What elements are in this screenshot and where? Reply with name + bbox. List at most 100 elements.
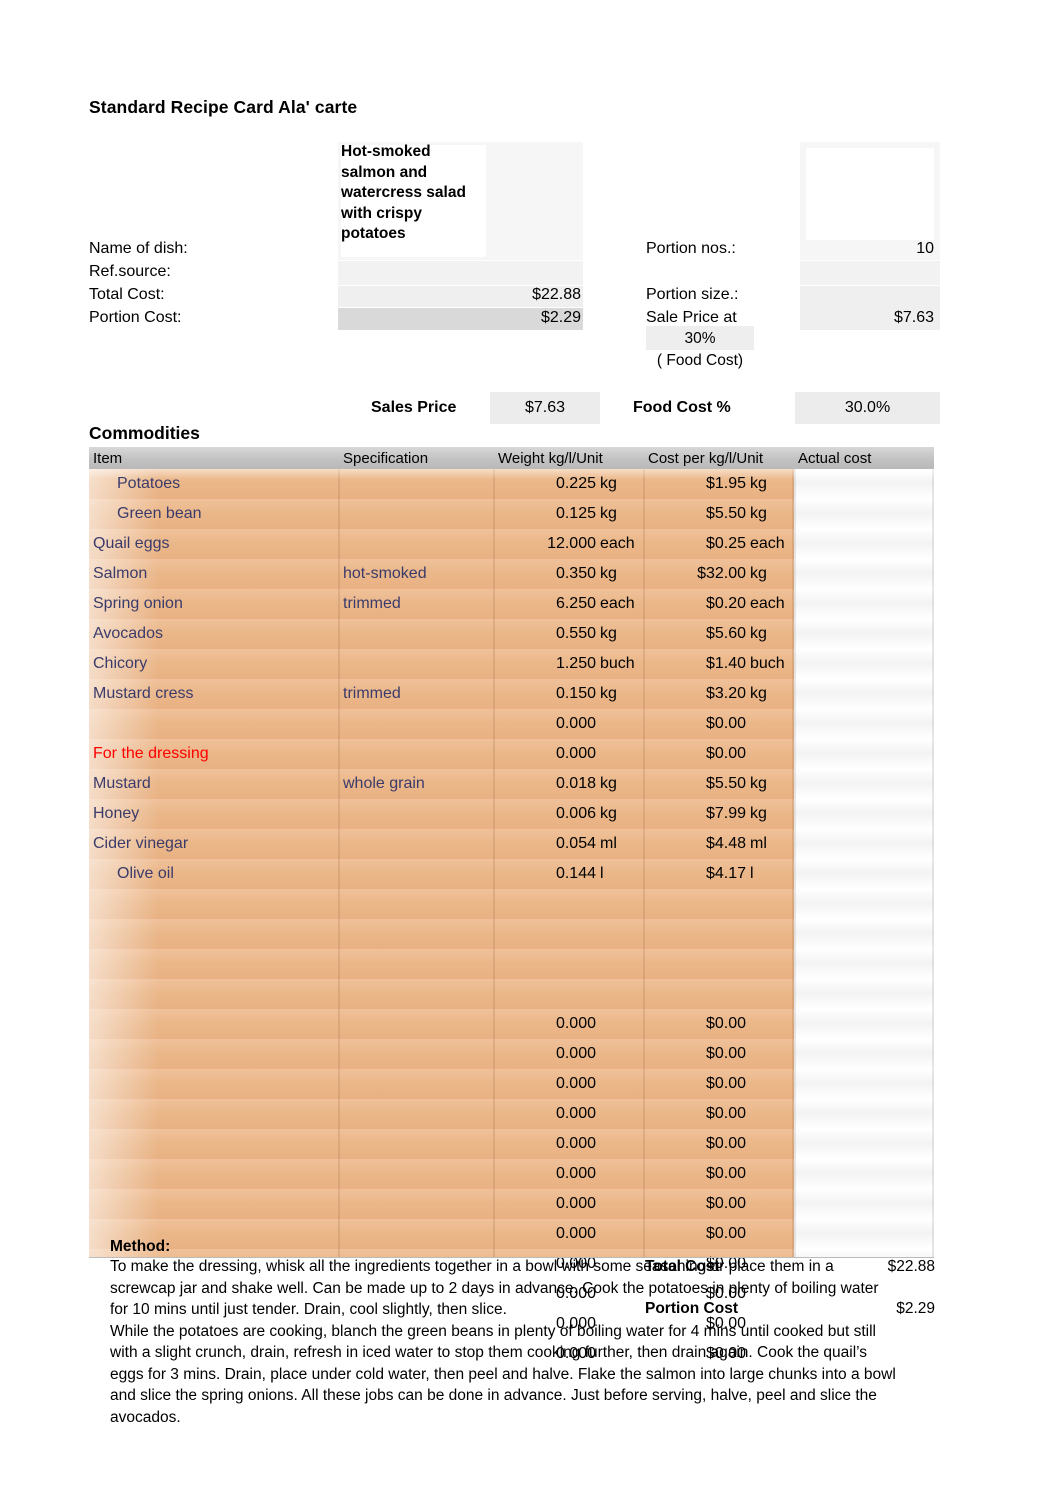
cell-cost-value: $3.20 — [705, 685, 746, 702]
sale-price-label: Sale Price at — [646, 309, 737, 326]
table-row[interactable]: 0.000 $0.00 — [89, 1159, 934, 1189]
portion-nos-label: Portion nos.: — [646, 240, 736, 257]
table-row[interactable]: Salmonhot-smoked0.350kg$32.00kg$11.20 — [89, 559, 934, 589]
cell-weight: 0.000 — [494, 1165, 644, 1183]
cell-cost-unit: each — [750, 535, 785, 552]
cell-weight: 0.000 — [494, 745, 644, 763]
cell-weight: 0.000 — [494, 1045, 644, 1063]
table-row[interactable]: 0.000 $0.00 — [89, 1039, 934, 1069]
table-row[interactable] — [89, 919, 934, 949]
cell-cost-per-unit: $0.00 — [644, 745, 794, 763]
column-header-specification: Specification — [343, 449, 429, 467]
cell-cost-value: $0.00 — [705, 1045, 746, 1062]
commodities-table-header: Item Specification Weight kg/l/Unit Cost… — [89, 447, 934, 469]
cell-weight-value: 0.000 — [555, 1075, 596, 1092]
cell-cost-value: $0.00 — [705, 1195, 746, 1212]
table-row[interactable]: Avocados0.550kg$5.60kg$3.08 — [89, 619, 934, 649]
cell-weight-unit: kg — [600, 505, 617, 522]
cell-specification: hot-smoked — [343, 565, 427, 582]
cell-weight-value: 0.000 — [555, 1105, 596, 1122]
cell-cost-unit: l — [750, 865, 754, 882]
sale-price-percent: 30% — [684, 330, 716, 347]
cell-cost-value: $1.95 — [705, 475, 746, 492]
cell-cost-value: $0.00 — [705, 1135, 746, 1152]
cell-cost-value: $0.00 — [705, 1165, 746, 1182]
cell-weight: 6.250 each — [494, 595, 644, 613]
commodities-rows-host: Potatoes0.225kg$1.95kg$0.44Green bean0.1… — [89, 469, 934, 1369]
cell-cost-per-unit: $4.17 l — [644, 865, 794, 883]
cell-weight: 0.000 — [494, 715, 644, 733]
table-row[interactable]: Mustardwhole grain0.018kg$5.50kg$0.10 — [89, 769, 934, 799]
table-row[interactable]: 0.000 $0.00 — [89, 1009, 934, 1039]
cell-cost-unit: kg — [750, 625, 767, 642]
cell-cost-value: $5.60 — [705, 625, 746, 642]
cell-cost-unit: kg — [750, 475, 767, 492]
cell-weight: 0.150 kg — [494, 685, 644, 703]
cell-cost-per-unit: $0.00 — [644, 1045, 794, 1063]
cell-weight-value: 1.250 — [555, 655, 596, 672]
cell-cost-value: $5.50 — [705, 775, 746, 792]
portion-size-label: Portion size.: — [646, 286, 739, 303]
cell-cost-per-unit: $0.00 — [644, 1105, 794, 1123]
table-row[interactable]: Green bean0.125kg$5.50kg$0.69 — [89, 499, 934, 529]
table-row[interactable]: Chicory1.250buch$1.40buch$1.75 — [89, 649, 934, 679]
cell-weight-unit: kg — [600, 565, 617, 582]
cell-cost-per-unit: $0.00 — [644, 1015, 794, 1033]
method-paragraph-1: To make the dressing, whisk all the ingr… — [110, 1258, 879, 1318]
cell-weight: 0.000 — [494, 1135, 644, 1153]
table-row[interactable]: Cider vinegar0.054ml$4.48ml$0.24 — [89, 829, 934, 859]
table-row[interactable]: Honey0.006kg$7.99kg$0.05 — [89, 799, 934, 829]
method-title: Method: — [110, 1238, 171, 1255]
cell-weight: 0.000 — [494, 1105, 644, 1123]
cell-weight-unit: buch — [600, 655, 635, 672]
table-row[interactable]: Mustard cress trimmed0.150kg$3.20kg$0.48 — [89, 679, 934, 709]
cell-item: Honey — [93, 805, 140, 822]
cell-weight-value: 0.125 — [555, 505, 596, 522]
portion-size-cell-box — [800, 261, 940, 285]
dish-name-value[interactable]: Hot-smoked salmon and watercress salad w… — [341, 142, 471, 245]
cell-cost-per-unit: $0.00 — [644, 1135, 794, 1153]
table-row[interactable] — [89, 889, 934, 919]
table-row[interactable]: 0.000 $0.00 — [89, 1099, 934, 1129]
table-row[interactable]: Spring oniontrimmed6.250each$0.20each$1.… — [89, 589, 934, 619]
portion-nos-value[interactable]: 10 — [800, 240, 934, 258]
cell-cost-per-unit: $0.25 each — [644, 535, 794, 553]
cell-weight-unit: kg — [600, 775, 617, 792]
table-row[interactable]: For the dressing 0.000 $0.00 — [89, 739, 934, 769]
table-row[interactable]: 0.000 $0.00 — [89, 1069, 934, 1099]
cell-weight-unit: l — [600, 865, 604, 882]
cell-cost-per-unit: $4.48 ml — [644, 835, 794, 853]
cell-weight: 0.550 kg — [494, 625, 644, 643]
cell-cost-unit: kg — [750, 565, 767, 582]
cell-weight-value: 0.000 — [555, 715, 596, 732]
cell-weight-unit: each — [600, 595, 635, 612]
table-row[interactable]: Olive oil0.144l$4.17l$0.60 — [89, 859, 934, 889]
method-body: To make the dressing, whisk all the ingr… — [110, 1256, 900, 1428]
table-row[interactable]: Quail eggs12.000each$0.25each$3.00 — [89, 529, 934, 559]
cell-cost-unit: each — [750, 595, 785, 612]
cell-cost-per-unit: $1.40 buch — [644, 655, 794, 673]
cell-item: Cider vinegar — [93, 835, 189, 852]
recipe-card-page: Standard Recipe Card Ala' carte Name of … — [0, 0, 1062, 1506]
table-row[interactable]: 0.000 $0.00 — [89, 709, 934, 739]
table-row[interactable]: 0.000 $0.00 — [89, 1129, 934, 1159]
cell-item: Quail eggs — [93, 535, 170, 552]
commodities-section-title: Commodities — [89, 423, 200, 443]
cell-cost-per-unit: $0.00 — [644, 1075, 794, 1093]
table-row[interactable]: 0.000 $0.00 — [89, 1189, 934, 1219]
cell-weight-unit: ml — [600, 835, 617, 852]
table-row[interactable]: Potatoes0.225kg$1.95kg$0.44 — [89, 469, 934, 499]
cell-weight-value: 0.550 — [555, 625, 596, 642]
cell-cost-per-unit: $32.00 kg — [644, 565, 794, 583]
cell-cost-per-unit: $5.60 kg — [644, 625, 794, 643]
cell-weight: 0.125 kg — [494, 505, 644, 523]
cell-cost-value: $32.00 — [697, 565, 746, 582]
method-paragraph-2: While the potatoes are cooking, blanch t… — [110, 1322, 896, 1426]
table-row[interactable] — [89, 979, 934, 1009]
cell-cost-unit: buch — [750, 655, 785, 672]
cell-cost-value: $0.00 — [705, 715, 746, 732]
table-row[interactable] — [89, 949, 934, 979]
column-header-item: Item — [93, 449, 123, 467]
cell-weight-unit: kg — [600, 475, 617, 492]
commodities-table-body: Potatoes0.225kg$1.95kg$0.44Green bean0.1… — [89, 469, 934, 1369]
